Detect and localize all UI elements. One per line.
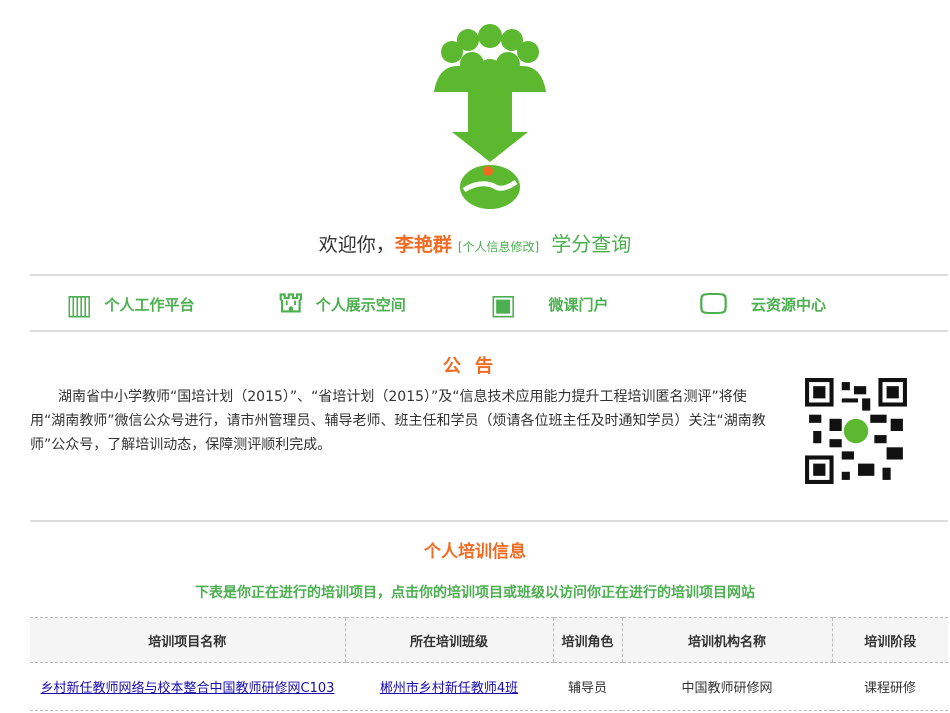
col-class: 所在培训班级 <box>344 617 553 663</box>
role-cell: 辅导员 <box>553 662 622 711</box>
nav-microcourse-portal[interactable]: ▣ 微课门户 <box>490 282 608 326</box>
col-institution: 培训机构名称 <box>621 617 832 663</box>
stage-cell: 课程研修 <box>832 662 948 711</box>
class-link[interactable]: 郴州市乡村新任教师4班 <box>380 681 518 696</box>
welcome-bar: 欢迎你，李艳群 [个人信息修改] 学分查询 <box>0 228 950 257</box>
training-subtitle: 下表是你正在进行的培训项目，点击你的培训项目或班级以访问你正在进行的培训项目网站 <box>195 585 755 601</box>
notice-title: 公告 <box>443 356 507 377</box>
table-header-row: 培训项目名称 所在培训班级 培训角色 培训机构名称 培训阶段 <box>30 617 948 663</box>
teacher-board-icon: ▣ <box>490 287 517 321</box>
divider <box>30 520 948 522</box>
training-table: 培训项目名称 所在培训班级 培训角色 培训机构名称 培训阶段 乡村新任教师网络与… <box>30 617 948 711</box>
institution-cell: 中国教师研修网 <box>622 662 832 711</box>
podium-icon: ⛫ <box>278 285 304 319</box>
workspace-icon: ▥ <box>66 287 93 321</box>
table-row: 乡村新任教师网络与校本整合中国教师研修网C103 郴州市乡村新任教师4班 辅导员… <box>30 662 948 711</box>
training-title: 个人培训信息 <box>424 542 526 562</box>
main-nav: ▥ 个人工作平台 ⛫ 个人展示空间 ▣ 微课门户 🖵 云资源中心 <box>30 282 948 326</box>
edit-profile-link[interactable]: [个人信息修改] <box>458 240 539 254</box>
col-role: 培训角色 <box>552 617 622 663</box>
greeting: 欢迎你， <box>318 234 395 256</box>
credit-query-link[interactable]: 学分查询 <box>551 232 631 256</box>
nav-cloud-resource-center[interactable]: 🖵 云资源中心 <box>700 282 826 326</box>
notice-body: 湖南省中小学教师“国培计划（2015）”、“省培计划（2015）”及“信息技术应… <box>30 389 766 453</box>
user-name: 李艳群 <box>394 234 452 256</box>
col-stage: 培训阶段 <box>831 617 948 663</box>
col-project-name: 培训项目名称 <box>30 617 345 663</box>
monitor-icon: 🖵 <box>700 287 727 320</box>
divider <box>30 330 948 332</box>
nav-personal-showcase[interactable]: ⛫ 个人展示空间 <box>278 282 406 326</box>
nav-personal-workspace[interactable]: ▥ 个人工作平台 <box>66 282 194 326</box>
divider <box>30 274 948 276</box>
qr-code-icon <box>805 378 907 484</box>
project-link[interactable]: 乡村新任教师网络与校本整合中国教师研修网C103 <box>41 681 335 696</box>
logo-people-icon <box>434 24 546 209</box>
